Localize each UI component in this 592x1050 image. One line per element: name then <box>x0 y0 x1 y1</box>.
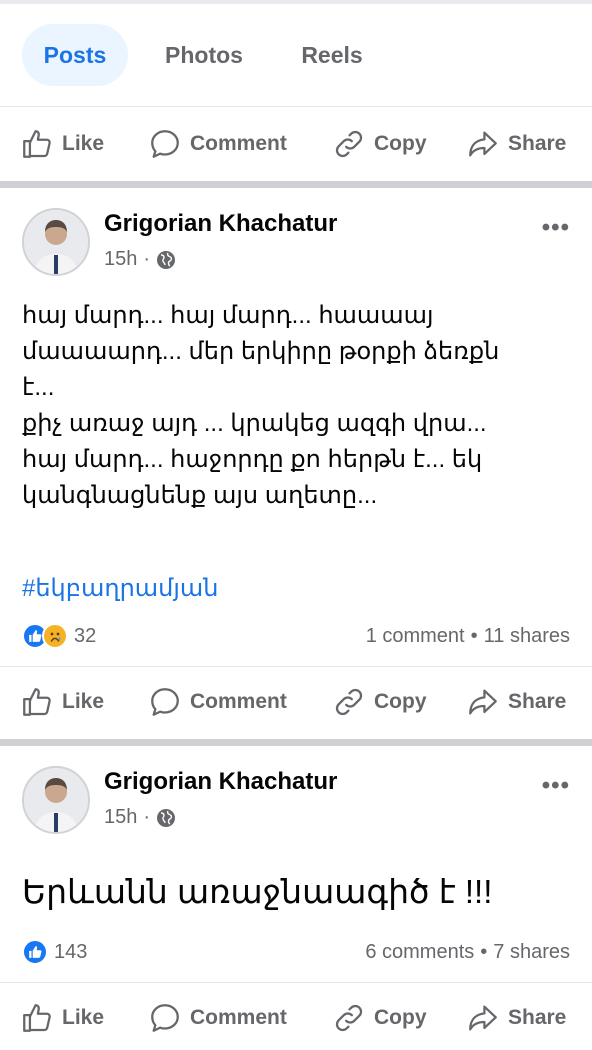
like-button[interactable]: Like <box>20 990 104 1046</box>
post-text: հայ մարդ... հայ մարդ... հաաաայ մաաաարդ..… <box>22 298 570 514</box>
like-reaction-icon <box>22 939 48 965</box>
meta-dot: · <box>143 248 151 270</box>
action-bar: Like Comment Copy Share <box>0 116 592 172</box>
thumbs-up-icon <box>23 130 51 158</box>
post-stats: 143 6 comments • 7 shares <box>0 936 592 968</box>
post-meta: 15h · <box>104 248 176 271</box>
post-header: Grigorian Khachatur 15h · ••• <box>0 208 592 288</box>
link-icon <box>335 688 363 716</box>
link-icon <box>335 130 363 158</box>
reactions-summary[interactable]: 32 <box>22 620 96 652</box>
comment-icon <box>151 130 179 158</box>
shares-count[interactable]: 11 shares <box>484 625 570 647</box>
comment-label: Comment <box>190 132 287 155</box>
like-label: Like <box>62 132 105 155</box>
share-label: Share <box>508 1006 567 1029</box>
tab-reels[interactable]: Reels <box>284 24 380 86</box>
more-options-icon[interactable]: ••• <box>542 772 570 800</box>
more-options-icon[interactable]: ••• <box>542 214 570 242</box>
link-icon <box>335 1004 363 1032</box>
action-bar: Like Comment Copy Share <box>0 990 592 1046</box>
comment-label: Comment <box>190 690 287 713</box>
comment-icon <box>151 1004 179 1032</box>
like-label: Like <box>62 1006 105 1029</box>
copy-button[interactable]: Copy <box>332 116 427 172</box>
divider <box>0 106 592 107</box>
post-author[interactable]: Grigorian Khachatur <box>104 768 337 796</box>
avatar-image <box>24 210 88 274</box>
tab-posts[interactable]: Posts <box>22 24 128 86</box>
post-text-line: քիչ առաջ այդ ... կրակեց ազգի վրա... <box>22 410 487 437</box>
avatar[interactable] <box>22 766 90 834</box>
share-label: Share <box>508 132 567 155</box>
post-separator <box>0 181 592 188</box>
comment-button[interactable]: Comment <box>148 674 287 730</box>
reactions-summary[interactable]: 143 <box>22 936 87 968</box>
copy-label: Copy <box>374 132 427 155</box>
post-text-line: կանգնացնենք այս աղետը... <box>22 482 378 509</box>
comment-label: Comment <box>190 1006 287 1029</box>
share-button[interactable]: Share <box>466 116 566 172</box>
post-author[interactable]: Grigorian Khachatur <box>104 210 337 238</box>
globe-icon <box>157 808 176 827</box>
meta-dot: · <box>143 806 151 828</box>
post-stats: 32 1 comment • 11 shares <box>0 620 592 652</box>
divider <box>0 982 592 983</box>
reaction-count: 143 <box>54 940 88 963</box>
comment-share-counts: 1 comment • 11 shares <box>366 620 570 652</box>
copy-label: Copy <box>374 690 427 713</box>
profile-tabs: Posts Photos Reels <box>0 24 592 88</box>
avatar-image <box>24 768 88 832</box>
tab-photos[interactable]: Photos <box>148 24 260 86</box>
post-separator <box>0 739 592 746</box>
copy-label: Copy <box>374 1006 427 1029</box>
post-text-line: հայ մարդ... հաջորդը քո հերթն է... եկ <box>22 446 483 473</box>
post-header: Grigorian Khachatur 15h · ••• <box>0 766 592 846</box>
thumbs-up-icon <box>23 1004 51 1032</box>
stats-bullet: • <box>470 625 478 647</box>
thumbs-up-icon <box>23 688 51 716</box>
share-label: Share <box>508 690 567 713</box>
comments-count[interactable]: 1 comment <box>366 625 465 647</box>
sad-reaction-icon <box>42 623 68 649</box>
copy-button[interactable]: Copy <box>332 674 427 730</box>
comment-share-counts: 6 comments • 7 shares <box>365 936 570 968</box>
like-button[interactable]: Like <box>20 116 104 172</box>
divider <box>0 666 592 667</box>
comment-button[interactable]: Comment <box>148 990 287 1046</box>
copy-button[interactable]: Copy <box>332 990 427 1046</box>
shares-count[interactable]: 7 shares <box>493 941 570 963</box>
share-icon <box>469 131 497 157</box>
avatar[interactable] <box>22 208 90 276</box>
post-text-line: է... <box>22 374 55 401</box>
hashtag-link[interactable]: #եկբաղրամյան <box>22 574 219 603</box>
post-text-line: հայ մարդ... հայ մարդ... հաաաայ <box>22 302 434 329</box>
share-icon <box>469 1005 497 1031</box>
post-text-line: մաաաարդ... մեր երկիրը թօրքի ձեռքն <box>22 338 500 365</box>
globe-icon <box>157 250 176 269</box>
like-button[interactable]: Like <box>20 674 104 730</box>
like-label: Like <box>62 690 105 713</box>
comments-count[interactable]: 6 comments <box>365 941 474 963</box>
comment-button[interactable]: Comment <box>148 116 287 172</box>
share-button[interactable]: Share <box>466 674 566 730</box>
stats-bullet: • <box>480 941 488 963</box>
share-button[interactable]: Share <box>466 990 566 1046</box>
post-text: Երևանն առաջնաագիծ է !!! <box>22 873 493 910</box>
reaction-count: 32 <box>74 624 97 647</box>
comment-icon <box>151 688 179 716</box>
post-time[interactable]: 15h <box>104 248 137 271</box>
post-time[interactable]: 15h <box>104 806 137 829</box>
action-bar: Like Comment Copy Share <box>0 674 592 730</box>
top-divider <box>0 0 592 4</box>
post-meta: 15h · <box>104 806 176 829</box>
share-icon <box>469 689 497 715</box>
